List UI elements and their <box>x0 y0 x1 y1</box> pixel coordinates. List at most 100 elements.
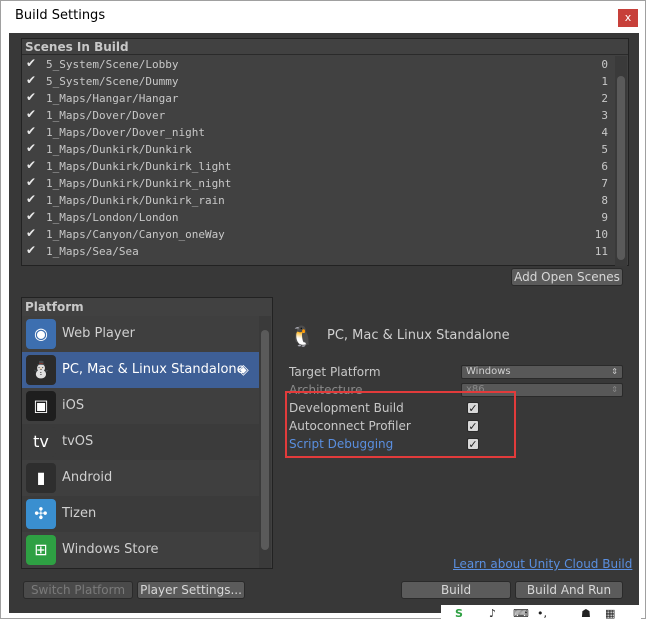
scene-checkbox[interactable]: ✔ <box>26 57 37 69</box>
scene-row[interactable]: ✔ 1_Maps/Dunkirk/Dunkirk_light 6 <box>22 158 616 175</box>
mic-icon: ♪ <box>489 607 497 619</box>
scene-name: 1_Maps/Dunkirk/Dunkirk_night <box>46 177 232 190</box>
target-platform-value: Windows <box>466 366 511 377</box>
scene-name: 1_Maps/Dunkirk/Dunkirk <box>46 143 192 156</box>
scene-row[interactable]: ✔ 1_Maps/Dunkirk/Dunkirk_night 7 <box>22 175 616 192</box>
platform-label: Tizen <box>62 506 97 521</box>
scenes-in-build-panel: Scenes In Build ✔ 5_System/Scene/Lobby 0 ✔ 5… <box>21 38 629 266</box>
scene-row[interactable]: ✔ 5_System/Scene/Lobby 0 <box>22 56 616 73</box>
scene-index: 1 <box>601 75 608 88</box>
scene-index: 3 <box>601 109 608 122</box>
settings-title: PC, Mac & Linux Standalone <box>327 328 510 343</box>
platform-item[interactable]: ▮ Android <box>22 460 260 496</box>
scene-checkbox[interactable]: ✔ <box>26 74 37 86</box>
platform-panel: Platform ◉ Web Player ⛄ PC, Mac & Linux Sta… <box>21 297 273 569</box>
scene-row[interactable]: ✔ 1_Maps/London/London 9 <box>22 209 616 226</box>
platform-item[interactable]: ⊞ Windows Store <box>22 532 260 568</box>
tizen-icon: ✣ <box>26 499 56 529</box>
scene-checkbox[interactable]: ✔ <box>26 91 37 103</box>
scene-checkbox[interactable]: ✔ <box>26 176 37 188</box>
dropdown-arrow-icon: ⇕ <box>611 367 618 376</box>
client-area: Scenes In Build ✔ 5_System/Scene/Lobby 0 ✔ 5… <box>9 33 639 613</box>
build-settings-window: Build Settings x Scenes In Build ✔ 5_Syst… <box>0 0 646 619</box>
cloud-build-link[interactable]: Learn about Unity Cloud Build <box>453 557 632 571</box>
settings-header: 🐧 PC, Mac & Linux Standalone <box>285 317 605 353</box>
platform-list: ◉ Web Player ⛄ PC, Mac & Linux Standalone ◈ ▣… <box>22 316 260 568</box>
ime-toolbar: S ♪ ⌨ •, ☗ ▦ <box>441 605 641 619</box>
scene-index: 6 <box>601 160 608 173</box>
globe-icon: ◉ <box>26 319 56 349</box>
shirt-icon: ☗ <box>581 607 591 619</box>
platform-item[interactable]: ◉ Web Player <box>22 316 260 352</box>
scene-name: 1_Maps/London/London <box>46 211 179 224</box>
platform-scrollbar[interactable] <box>259 316 271 568</box>
scene-index: 2 <box>601 92 608 105</box>
scene-index: 4 <box>601 126 608 139</box>
scene-index: 8 <box>601 194 608 207</box>
scene-checkbox[interactable]: ✔ <box>26 125 37 137</box>
scene-checkbox[interactable]: ✔ <box>26 193 37 205</box>
platform-item[interactable]: ▣ iOS <box>22 388 260 424</box>
scene-checkbox[interactable]: ✔ <box>26 210 37 222</box>
close-button[interactable]: x <box>618 9 638 27</box>
build-button[interactable]: Build <box>401 581 511 599</box>
scene-name: 1_Maps/Dover/Dover_night <box>46 126 205 139</box>
scene-index: 7 <box>601 177 608 190</box>
platform-label: PC, Mac & Linux Standalone <box>62 362 245 377</box>
scene-list: ✔ 5_System/Scene/Lobby 0 ✔ 5_System/Scene/Du… <box>22 56 616 266</box>
appletv-icon: tv <box>26 427 56 457</box>
scene-scrollbar-thumb[interactable] <box>617 76 625 260</box>
platform-label: tvOS <box>62 434 94 449</box>
scene-name: 1_Maps/Hangar/Hangar <box>46 92 179 105</box>
penguin-icon: 🐧 <box>289 324 315 348</box>
scene-row[interactable]: ✔ 1_Maps/Hangar/Hangar 2 <box>22 90 616 107</box>
scene-index: 10 <box>594 228 608 241</box>
platform-label: Windows Store <box>62 542 159 557</box>
switch-platform-button[interactable]: Switch Platform <box>23 581 133 599</box>
scene-scrollbar[interactable] <box>615 56 627 266</box>
scene-checkbox[interactable]: ✔ <box>26 108 37 120</box>
scene-row[interactable]: ✔ 1_Maps/Dunkirk/Dunkirk 5 <box>22 141 616 158</box>
platform-item[interactable]: tv tvOS <box>22 424 260 460</box>
scene-name: 1_Maps/Dunkirk/Dunkirk_rain <box>46 194 225 207</box>
scene-row[interactable]: ✔ 1_Maps/Dunkirk/Dunkirk_rain 8 <box>22 192 616 209</box>
scene-checkbox[interactable]: ✔ <box>26 227 37 239</box>
window-title: Build Settings <box>15 8 106 23</box>
build-and-run-button[interactable]: Build And Run <box>515 581 623 599</box>
grid-icon: ▦ <box>605 607 616 619</box>
scene-row[interactable]: ✔ 1_Maps/Sea/Sea 11 <box>22 243 616 260</box>
scene-row[interactable]: ✔ 1_Maps/Dover/Dover 3 <box>22 107 616 124</box>
scene-index: 5 <box>601 143 608 156</box>
add-open-scenes-button[interactable]: Add Open Scenes <box>511 268 623 286</box>
scene-index: 9 <box>601 211 608 224</box>
unity-logo-icon: ◈ <box>238 362 249 378</box>
scene-row[interactable]: ✔ 5_System/Scene/Dummy 1 <box>22 73 616 90</box>
platform-label: Android <box>62 470 113 485</box>
scene-checkbox[interactable]: ✔ <box>26 142 37 154</box>
android-phone-icon: ▮ <box>26 463 56 493</box>
scene-name: 1_Maps/Dover/Dover <box>46 109 166 122</box>
sogou-icon: S <box>455 607 463 619</box>
platform-scrollbar-thumb[interactable] <box>261 330 269 550</box>
platform-label: Web Player <box>62 326 135 341</box>
scene-checkbox[interactable]: ✔ <box>26 159 37 171</box>
scene-row[interactable]: ✔ 1_Maps/Canyon/Canyon_oneWay 10 <box>22 226 616 243</box>
target-platform-dropdown[interactable]: Windows ⇕ <box>461 365 623 379</box>
title-bar: Build Settings x <box>1 1 645 33</box>
platform-item[interactable]: ⛄ PC, Mac & Linux Standalone ◈ <box>22 352 260 388</box>
scene-name: 1_Maps/Dunkirk/Dunkirk_light <box>46 160 232 173</box>
dropdown-arrow-icon: ⇕ <box>611 385 618 394</box>
scene-checkbox[interactable]: ✔ <box>26 244 37 256</box>
scene-name: 5_System/Scene/Dummy <box>46 75 179 88</box>
target-platform-label: Target Platform <box>289 365 381 379</box>
scene-index: 11 <box>594 245 608 258</box>
player-settings-button[interactable]: Player Settings... <box>137 581 245 599</box>
scenes-header: Scenes In Build <box>22 39 628 55</box>
scene-name: 1_Maps/Canyon/Canyon_oneWay <box>46 228 225 241</box>
platform-item[interactable]: ✣ Tizen <box>22 496 260 532</box>
scene-index: 0 <box>601 58 608 71</box>
scene-row[interactable]: ✔ 1_Maps/Dover/Dover_night 4 <box>22 124 616 141</box>
platform-header: Platform <box>25 300 84 314</box>
scene-name: 1_Maps/Sea/Sea <box>46 245 139 258</box>
ipad-icon: ▣ <box>26 391 56 421</box>
